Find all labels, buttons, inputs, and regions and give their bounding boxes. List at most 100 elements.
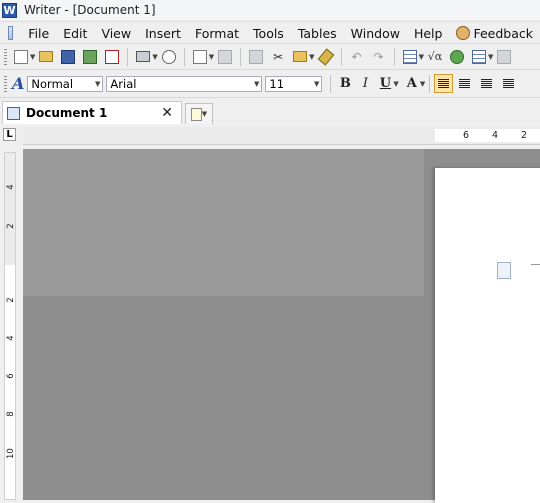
paragraph-marker-icon <box>497 262 511 279</box>
font-size-value: 11 <box>269 76 285 91</box>
document-page[interactable] <box>435 168 540 503</box>
menu-tables[interactable]: Tables <box>291 26 344 41</box>
close-icon[interactable]: ✕ <box>161 105 173 121</box>
hyperlink-button[interactable] <box>448 48 466 66</box>
email-button[interactable] <box>81 48 99 66</box>
align-left-icon <box>438 79 450 88</box>
ruler-margin-area <box>5 153 15 265</box>
tab-stop-selector[interactable]: L <box>3 128 16 141</box>
print-dropdown-arrow[interactable]: ▼ <box>152 53 157 61</box>
writer-app-icon[interactable]: W <box>2 2 17 18</box>
insert-table-button[interactable] <box>401 48 419 66</box>
ruler-number: 8 <box>6 411 16 417</box>
paint-brush-icon <box>317 47 334 66</box>
folder-icon <box>39 51 54 62</box>
format-painter-button[interactable] <box>317 47 335 66</box>
toolbar-separator <box>393 47 395 66</box>
document-workspace[interactable] <box>23 149 540 503</box>
chevron-down-icon[interactable]: ▼ <box>254 80 259 88</box>
chevron-down-icon[interactable]: ▼ <box>314 80 319 88</box>
feedback-icon <box>456 26 471 40</box>
field-dropdown-arrow[interactable]: ▼ <box>488 53 493 61</box>
paste-dropdown-arrow[interactable]: ▼ <box>309 53 314 61</box>
menu-insert[interactable]: Insert <box>138 26 188 41</box>
toolbar-grip[interactable] <box>4 75 7 92</box>
justify-button[interactable] <box>499 75 517 93</box>
ruler-number: 2 <box>521 130 528 141</box>
font-name-select[interactable]: Arial ▼ <box>106 75 263 92</box>
printer-icon <box>136 51 151 62</box>
underline-button[interactable]: U <box>375 76 395 91</box>
print-button[interactable] <box>134 48 152 66</box>
standard-toolbar: ▼ ▼ ▼ ✂ ▼ ↶ ↷ ▼ √α ▼ <box>0 43 540 69</box>
insert-field-button[interactable] <box>470 48 488 66</box>
open-button[interactable] <box>37 48 55 66</box>
tab-document-1[interactable]: Document 1 ✕ <box>2 101 182 124</box>
toolbar-separator <box>127 47 129 66</box>
italic-button[interactable]: I <box>355 76 375 91</box>
align-center-button[interactable] <box>455 75 473 93</box>
feedback-label: Feedback <box>473 25 533 41</box>
menu-file[interactable]: File <box>21 26 56 41</box>
menu-feedback[interactable]: Feedback <box>449 26 540 41</box>
insert-formula-button[interactable]: √α <box>426 48 444 66</box>
align-right-button[interactable] <box>477 75 495 93</box>
underline-dropdown-arrow[interactable]: ▼ <box>393 80 398 88</box>
workspace-highlight <box>23 149 424 296</box>
vertical-ruler[interactable]: 4 2 2 4 6 8 10 <box>4 152 16 500</box>
font-size-select[interactable]: 11 ▼ <box>265 75 323 92</box>
justify-icon <box>502 79 514 88</box>
styles-icon[interactable]: A <box>12 74 24 93</box>
menu-window[interactable]: Window <box>344 26 407 41</box>
formula-icon: √α <box>427 50 443 63</box>
page-break-icon <box>218 49 233 64</box>
new-tab-dropdown-arrow[interactable]: ▼ <box>202 110 207 118</box>
print-preview-icon <box>161 49 176 64</box>
toolbar-grip[interactable] <box>4 48 7 65</box>
copy-button[interactable] <box>247 48 265 66</box>
save-button[interactable] <box>59 48 77 66</box>
bold-button[interactable]: B <box>335 76 355 91</box>
menu-edit[interactable]: Edit <box>56 26 94 41</box>
menu-tools[interactable]: Tools <box>246 26 291 41</box>
margin-guide <box>531 264 540 265</box>
paste-button[interactable] <box>291 48 309 66</box>
print-preview-button[interactable] <box>160 48 178 66</box>
chevron-down-icon[interactable]: ▼ <box>95 80 100 88</box>
menu-view[interactable]: View <box>94 26 138 41</box>
align-right-icon <box>480 79 492 88</box>
title-bar: W Writer - [Document 1] <box>0 0 540 20</box>
field-icon <box>471 49 486 64</box>
font-color-dropdown-arrow[interactable]: ▼ <box>420 80 425 88</box>
undo-icon: ↶ <box>351 49 362 64</box>
table-icon <box>402 49 417 64</box>
redo-button[interactable]: ↷ <box>370 48 388 66</box>
menu-help[interactable]: Help <box>407 26 450 41</box>
redo-icon: ↷ <box>373 49 384 64</box>
horizontal-ruler[interactable]: 6 4 2 <box>23 127 540 145</box>
paragraph-style-select[interactable]: Normal ▼ <box>27 75 104 92</box>
tab-label: Document 1 <box>26 106 108 120</box>
toolbar-separator <box>183 47 185 66</box>
ruler-number: 4 <box>492 130 499 141</box>
ruler-number: 4 <box>6 184 16 190</box>
page-break-button[interactable] <box>216 48 234 66</box>
new-tab-button[interactable]: ▼ <box>185 103 213 124</box>
columns-button[interactable] <box>495 48 513 66</box>
undo-button[interactable]: ↶ <box>348 48 366 66</box>
save-icon <box>61 49 76 64</box>
menu-format[interactable]: Format <box>188 26 246 41</box>
document-menu-icon[interactable] <box>8 26 14 40</box>
new-dropdown-arrow[interactable]: ▼ <box>30 53 35 61</box>
cut-button[interactable]: ✂ <box>269 48 287 66</box>
insert-page-button[interactable] <box>191 48 209 66</box>
new-document-button[interactable] <box>12 48 30 66</box>
align-left-button[interactable] <box>434 74 454 93</box>
export-pdf-button[interactable] <box>103 48 121 66</box>
insert-page-dropdown-arrow[interactable]: ▼ <box>209 53 214 61</box>
scissors-icon: ✂ <box>273 49 284 64</box>
ruler-number: 10 <box>6 448 16 459</box>
table-dropdown-arrow[interactable]: ▼ <box>419 53 424 61</box>
font-color-button[interactable]: A <box>402 76 422 91</box>
pdf-icon <box>105 49 120 64</box>
